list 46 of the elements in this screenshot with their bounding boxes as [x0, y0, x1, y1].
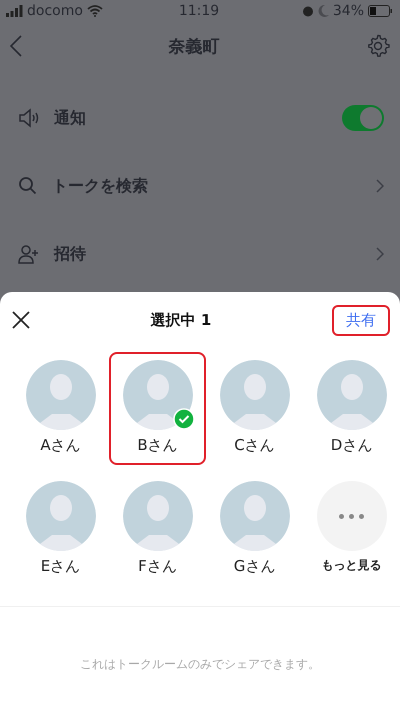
contact-name: Fさん: [138, 557, 177, 576]
battery-icon: [368, 5, 392, 17]
contact-name: Aさん: [40, 436, 81, 455]
check-badge-icon: [172, 408, 194, 430]
close-icon[interactable]: [12, 311, 30, 329]
avatar-placeholder-icon: [122, 481, 192, 551]
avatar-placeholder-icon: [122, 360, 192, 430]
contact-item[interactable]: Aさん: [12, 352, 109, 465]
wifi-icon: [86, 5, 103, 17]
speaker-icon: [18, 108, 40, 128]
contact-item[interactable]: Dさん: [303, 352, 400, 465]
contact-name: Dさん: [330, 436, 372, 455]
sheet-title: 選択中 1: [150, 310, 212, 330]
settings-icon[interactable]: [366, 34, 390, 58]
setting-label: トークを検索: [52, 176, 149, 196]
clock-time: 11:19: [178, 3, 220, 19]
contact-item[interactable]: Cさん: [206, 352, 303, 465]
avatar-placeholder-icon: [316, 360, 386, 430]
contact-item[interactable]: Gさん: [206, 473, 303, 586]
share-button[interactable]: 共有: [332, 304, 390, 336]
search-icon: [18, 176, 38, 196]
contact-name: Eさん: [40, 557, 80, 576]
avatar-placeholder-icon: [26, 481, 96, 551]
notification-toggle[interactable]: [342, 105, 384, 131]
chevron-right-icon: [376, 179, 384, 193]
carrier-name: docomo: [27, 3, 83, 19]
chevron-right-icon: [376, 247, 384, 261]
contact-item[interactable]: Eさん: [12, 473, 109, 586]
contact-name: Cさん: [234, 436, 275, 455]
add-person-icon: [18, 244, 40, 264]
battery-percentage: 34%: [332, 3, 364, 19]
signal-icon: [6, 5, 23, 17]
contact-name: もっと見る: [322, 557, 382, 574]
setting-label: 招待: [54, 244, 87, 264]
setting-label: 通知: [54, 108, 87, 128]
chat-title: 奈義町: [168, 36, 220, 58]
contact-name: Gさん: [234, 557, 276, 576]
back-icon[interactable]: [10, 35, 22, 57]
avatar-placeholder-icon: [220, 360, 290, 430]
avatar-placeholder-icon: [26, 360, 96, 430]
share-note: これはトークルームのみでシェアできます。: [80, 656, 320, 672]
avatar-placeholder-icon: [220, 481, 290, 551]
contact-name: Bさん: [137, 436, 178, 455]
contact-item[interactable]: Bさん: [109, 352, 206, 465]
moon-icon: [318, 5, 329, 17]
contact-item[interactable]: Fさん: [109, 473, 206, 586]
